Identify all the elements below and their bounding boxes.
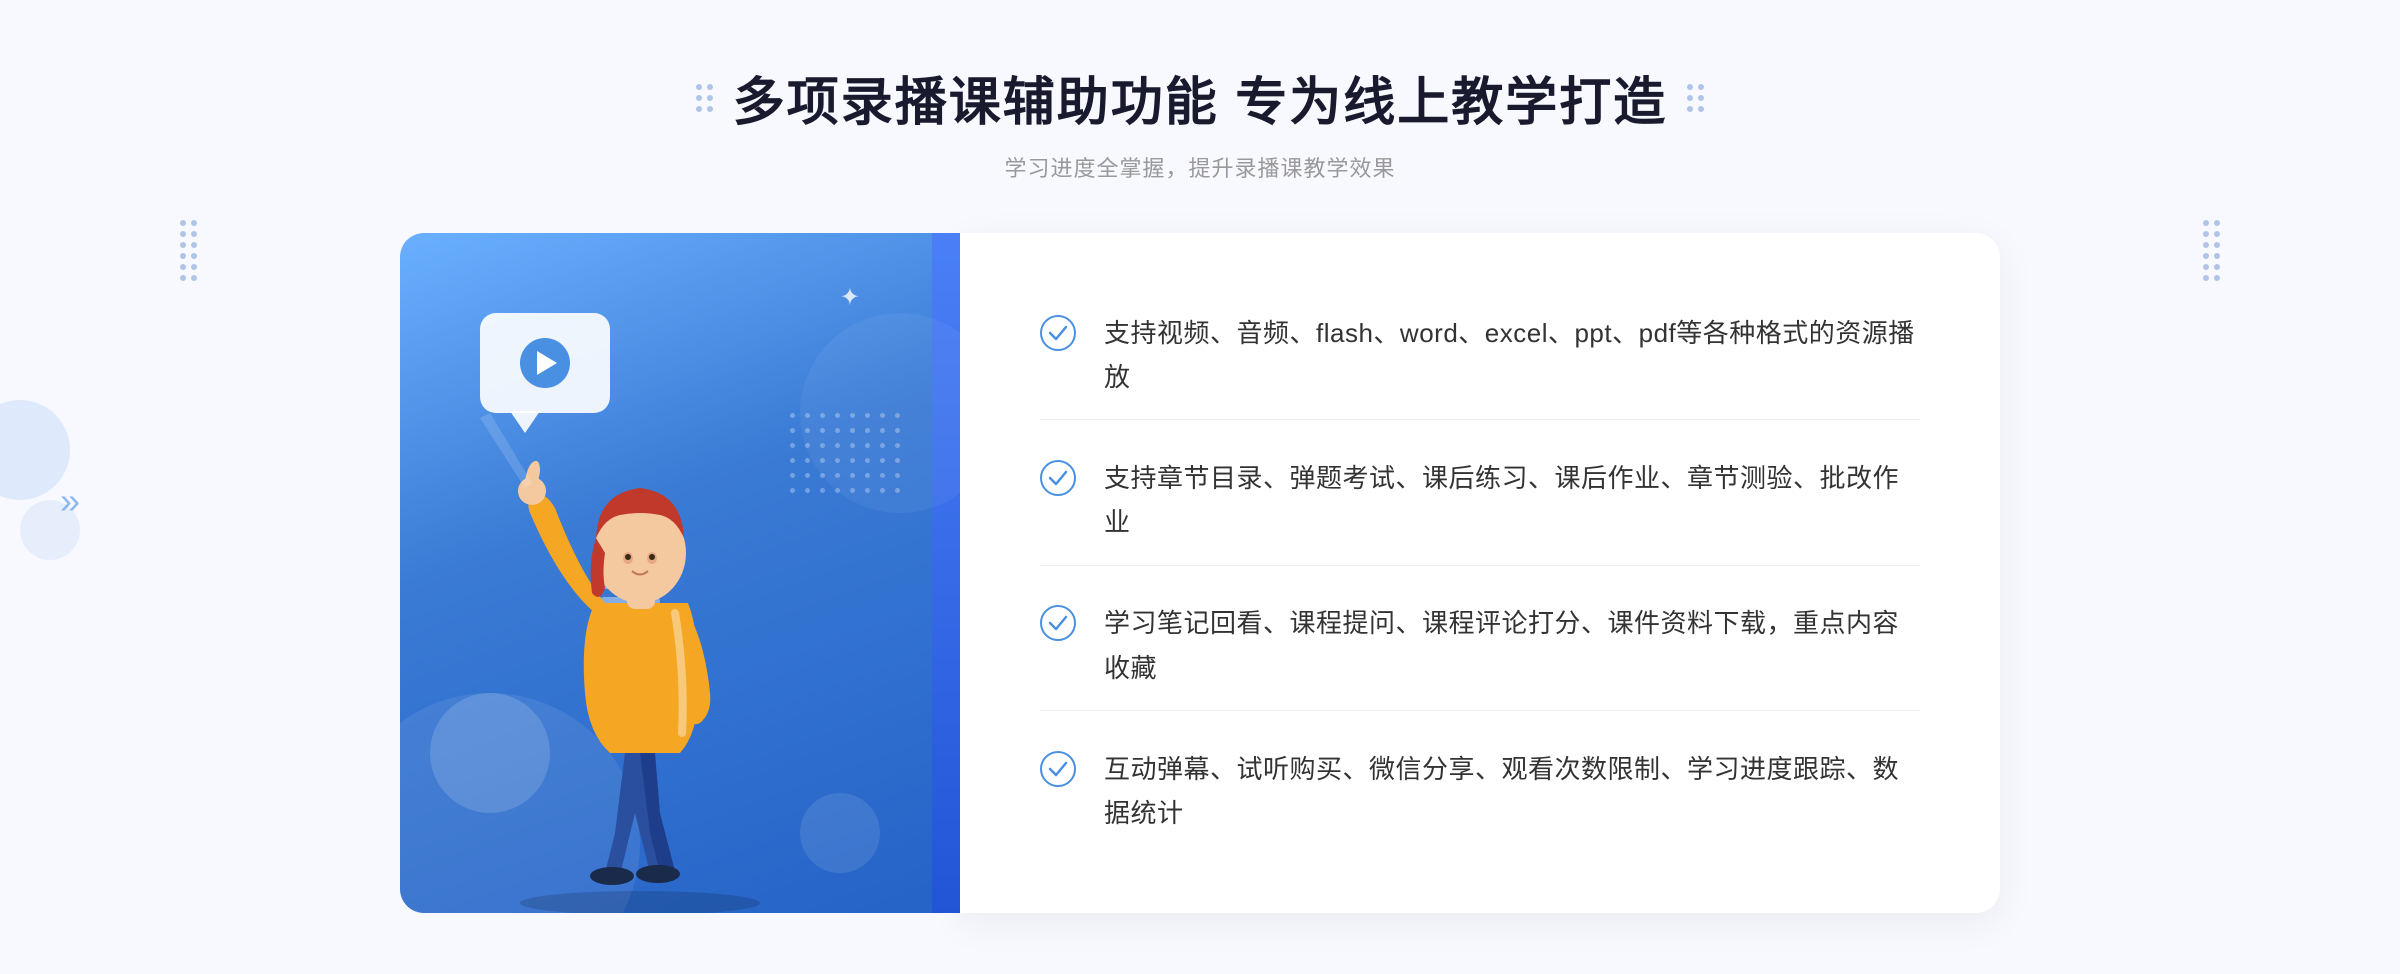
feature-text-3: 学习笔记回看、课程提问、课程评论打分、课件资料下载，重点内容收藏 xyxy=(1104,601,1920,689)
blue-sidebar-bar xyxy=(932,233,960,913)
right-title-decorator xyxy=(1687,84,1704,112)
illustration-card: ✦ xyxy=(400,233,960,913)
person-illustration xyxy=(440,333,840,913)
page-container: » 多项录播课辅助功能 专为线上教学打造 xyxy=(0,0,2400,974)
left-title-decorator xyxy=(696,84,713,112)
header-section: 多项录播课辅助功能 专为线上教学打造 学习进度全掌握，提升录播课教学效果 xyxy=(0,60,2400,183)
check-icon-3 xyxy=(1040,605,1076,641)
dot-pattern-right xyxy=(2203,220,2220,281)
check-icon-4 xyxy=(1040,751,1076,787)
feature-item-3: 学习笔记回看、课程提问、课程评论打分、课件资料下载，重点内容收藏 xyxy=(1040,581,1920,710)
check-icon-2 xyxy=(1040,460,1076,496)
check-icon-1 xyxy=(1040,315,1076,351)
feature-item-2: 支持章节目录、弹题考试、课后练习、课后作业、章节测验、批改作业 xyxy=(1040,436,1920,565)
feature-text-4: 互动弹幕、试听购买、微信分享、观看次数限制、学习进度跟踪、数据统计 xyxy=(1104,747,1920,835)
deco-circle-small xyxy=(20,500,80,560)
feature-item-4: 互动弹幕、试听购买、微信分享、观看次数限制、学习进度跟踪、数据统计 xyxy=(1040,727,1920,855)
content-area: ✦ xyxy=(400,233,2000,913)
subtitle: 学习进度全掌握，提升录播课教学效果 xyxy=(1004,151,1395,183)
feature-text-2: 支持章节目录、弹题考试、课后练习、课后作业、章节测验、批改作业 xyxy=(1104,456,1920,544)
features-panel: 支持视频、音频、flash、word、excel、ppt、pdf等各种格式的资源… xyxy=(960,233,2000,913)
title-row: 多项录播课辅助功能 专为线上教学打造 xyxy=(696,60,1704,135)
feature-item-1: 支持视频、音频、flash、word、excel、ppt、pdf等各种格式的资源… xyxy=(1040,291,1920,420)
feature-text-1: 支持视频、音频、flash、word、excel、ppt、pdf等各种格式的资源… xyxy=(1104,311,1920,399)
main-title: 多项录播课辅助功能 专为线上教学打造 xyxy=(733,60,1667,135)
dot-pattern-left xyxy=(180,220,197,281)
sparkle-decoration: ✦ xyxy=(840,283,860,312)
